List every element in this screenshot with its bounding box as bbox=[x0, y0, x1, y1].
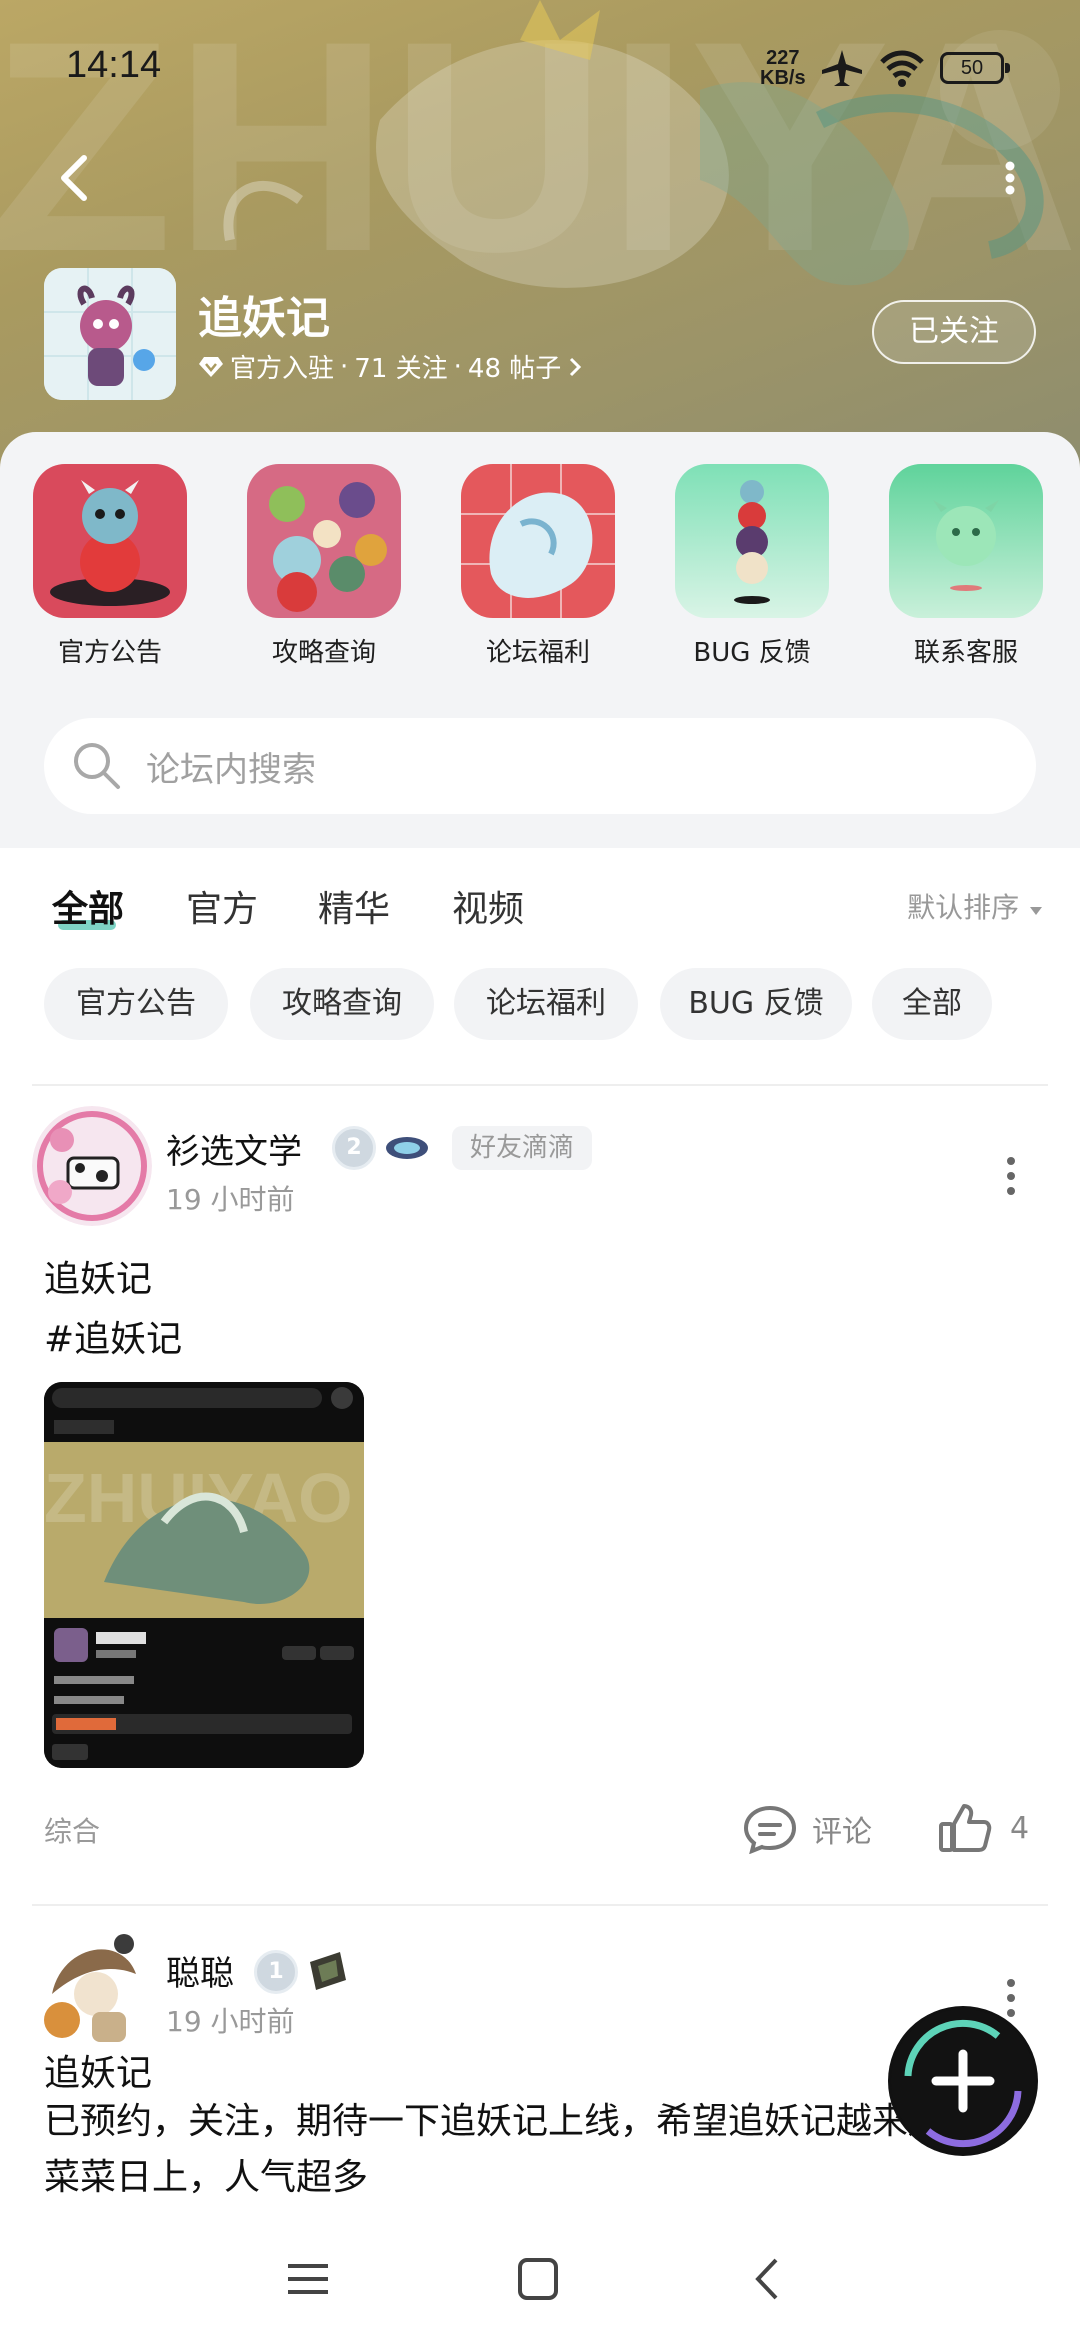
quick-item-welfare[interactable]: 论坛福利 bbox=[460, 464, 616, 669]
search-placeholder: 论坛内搜索 bbox=[146, 749, 316, 790]
medal-icon bbox=[310, 1952, 346, 1990]
welfare-icon bbox=[461, 464, 615, 618]
forum-title: 追妖记 bbox=[198, 293, 330, 344]
quick-item-customer-service[interactable]: 联系客服 bbox=[888, 464, 1044, 669]
divider bbox=[32, 1904, 1048, 1906]
quick-item-label: BUG 反馈 bbox=[693, 638, 811, 668]
quick-item-label: 联系客服 bbox=[913, 638, 1018, 668]
followers-count: 71 关注 bbox=[354, 354, 448, 384]
create-post-button[interactable] bbox=[888, 2006, 1038, 2156]
more-vertical-icon[interactable] bbox=[990, 150, 1030, 206]
post-title: 追妖记 bbox=[44, 2053, 153, 2094]
chevron-right-icon bbox=[570, 357, 582, 376]
chip-welfare[interactable]: 论坛福利 bbox=[454, 968, 638, 1040]
guide-icon bbox=[247, 464, 401, 618]
sort-dropdown[interactable]: 默认排序 bbox=[907, 886, 1044, 926]
quick-item-guide[interactable]: 攻略查询 bbox=[246, 464, 402, 669]
comment-label: 评论 bbox=[812, 1815, 872, 1850]
chip-bug-feedback[interactable]: BUG 反馈 bbox=[660, 968, 852, 1040]
medal-icon bbox=[386, 1137, 428, 1159]
back-arrow-icon[interactable] bbox=[50, 150, 100, 206]
avatar[interactable] bbox=[32, 1106, 152, 1226]
tab-official[interactable]: 官方 bbox=[186, 880, 258, 932]
post-body: #追妖记 bbox=[44, 1319, 183, 1360]
post-username[interactable]: 衫选文学 bbox=[166, 1124, 302, 1173]
forum-meta: 官方入驻 · 71 关注 · 48 帖子 bbox=[198, 348, 583, 385]
back-icon[interactable] bbox=[738, 2254, 798, 2304]
bug-feedback-icon bbox=[675, 464, 829, 618]
thumbs-up-icon bbox=[939, 1804, 992, 1852]
comment-button[interactable]: 评论 bbox=[742, 1804, 872, 1854]
posts-count[interactable]: 48 帖子 bbox=[468, 348, 561, 385]
system-nav-bar bbox=[0, 2210, 1080, 2339]
quick-item-label: 官方公告 bbox=[57, 638, 162, 668]
tab-all[interactable]: 全部 bbox=[52, 880, 124, 932]
menu-icon[interactable] bbox=[278, 2254, 338, 2304]
chip-all[interactable]: 全部 bbox=[872, 968, 992, 1040]
customer-service-icon bbox=[889, 464, 1043, 618]
official-notice-icon bbox=[33, 464, 187, 618]
post-time: 19 小时前 bbox=[166, 1183, 295, 1216]
chip-official-notice[interactable]: 官方公告 bbox=[44, 968, 228, 1040]
user-level-badge: 2 bbox=[332, 1126, 376, 1170]
status-time: 14:14 bbox=[66, 44, 162, 86]
official-diamond-icon bbox=[199, 356, 223, 377]
forum-avatar[interactable] bbox=[44, 268, 176, 400]
post-category[interactable]: 综合 bbox=[44, 1810, 100, 1850]
post-title: 追妖记 bbox=[44, 1259, 153, 1300]
follow-button[interactable]: 已关注 bbox=[872, 300, 1036, 364]
search-icon bbox=[74, 743, 120, 789]
quick-item-label: 论坛福利 bbox=[485, 638, 590, 668]
caret-down-icon bbox=[1030, 907, 1042, 915]
chip-guide[interactable]: 攻略查询 bbox=[250, 968, 434, 1040]
tab-featured[interactable]: 精华 bbox=[318, 880, 390, 932]
post-tabs: 全部 官方 精华 视频 默认排序 bbox=[0, 848, 1080, 958]
category-chips: 官方公告 攻略查询 论坛福利 BUG 反馈 全部 bbox=[0, 968, 1080, 1044]
comment-icon bbox=[743, 1805, 797, 1854]
like-count: 4 bbox=[1010, 1810, 1030, 1846]
user-level-badge: 1 bbox=[254, 1950, 298, 1994]
quick-item-official-notice[interactable]: 官方公告 bbox=[32, 464, 188, 669]
quick-item-bug-feedback[interactable]: BUG 反馈 bbox=[674, 464, 830, 669]
wifi-icon bbox=[880, 50, 924, 87]
quick-item-label: 攻略查询 bbox=[271, 638, 376, 668]
avatar[interactable] bbox=[32, 1924, 152, 2044]
divider bbox=[32, 1084, 1048, 1086]
search-input[interactable]: 论坛内搜索 bbox=[44, 718, 1036, 814]
home-icon[interactable] bbox=[508, 2254, 568, 2304]
official-label: 官方入驻 bbox=[230, 354, 335, 384]
plus-icon bbox=[891, 2009, 1035, 2153]
post-username[interactable]: 聪聪 bbox=[166, 1946, 234, 1995]
airplane-mode-icon bbox=[822, 50, 862, 86]
friend-tag: 好友滴滴 bbox=[452, 1126, 593, 1170]
quick-menu-panel: 官方公告 攻略查询 论坛福利 BUG 反馈 联系客服 论坛内搜索 bbox=[0, 432, 1080, 848]
status-bar: 14:14 227 KB/s 50 bbox=[0, 0, 1080, 130]
more-vertical-icon[interactable] bbox=[1004, 1154, 1018, 1198]
like-button[interactable]: 4 bbox=[938, 1802, 1029, 1854]
tab-video[interactable]: 视频 bbox=[452, 880, 524, 932]
post-time: 19 小时前 bbox=[166, 2005, 295, 2038]
post-image[interactable]: ZHUIYAO bbox=[44, 1382, 364, 1768]
forum-banner: ZHUIYAO 14:14 227 KB/s 50 bbox=[0, 0, 1080, 470]
battery-indicator: 50 bbox=[940, 52, 1010, 84]
network-speed: 227 KB/s bbox=[760, 47, 806, 89]
